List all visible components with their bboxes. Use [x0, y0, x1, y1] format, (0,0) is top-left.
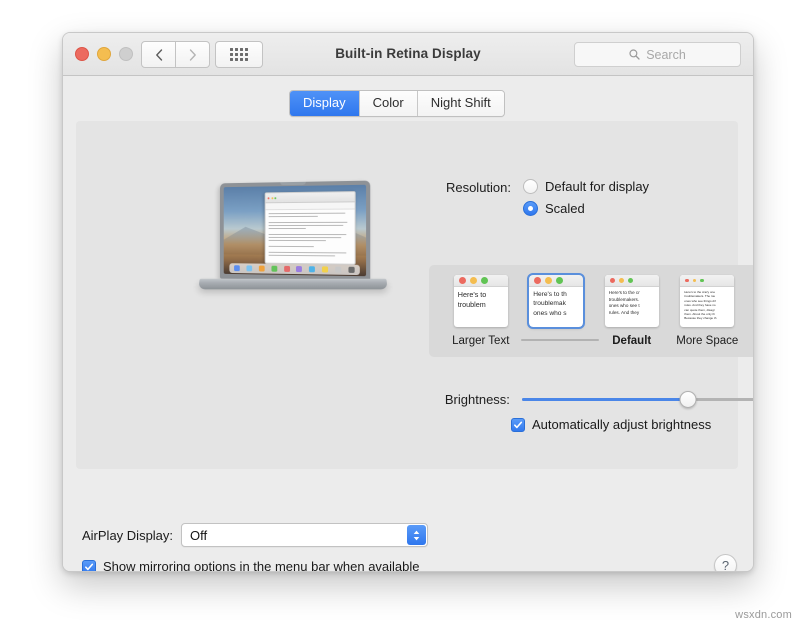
- airplay-select[interactable]: Off: [181, 523, 428, 547]
- radio-scaled[interactable]: Scaled: [523, 201, 649, 216]
- thumbnail-preview[interactable]: Here's to the crazy one troublemakers. T…: [680, 275, 734, 327]
- macbook-display: [220, 181, 370, 282]
- scaled-option-default[interactable]: Here's to the cr troublemakers. ones who…: [601, 275, 663, 347]
- auto-brightness-checkbox[interactable]: [511, 418, 525, 432]
- screenshot-root: Built-in Retina Display Search Display C…: [0, 0, 800, 628]
- resolution-label: Resolution:: [419, 179, 511, 195]
- thumbnail-titlebar: [529, 275, 583, 287]
- mirroring-row[interactable]: Show mirroring options in the menu bar w…: [82, 559, 420, 572]
- macbook-wallpaper: [224, 185, 366, 276]
- thumbnail-text: Here's to the cr troublemakers. ones who…: [609, 290, 656, 316]
- radio-scaled-control[interactable]: [523, 201, 538, 216]
- auto-brightness-label: Automatically adjust brightness: [532, 417, 711, 432]
- radio-default-for-display-control[interactable]: [523, 179, 538, 194]
- slider-knob[interactable]: [680, 391, 697, 408]
- scaled-option-larger-text[interactable]: Here's to troublem Larger Text: [450, 275, 512, 347]
- tab-display[interactable]: Display: [290, 91, 359, 116]
- mirroring-label: Show mirroring options in the menu bar w…: [103, 559, 420, 572]
- mini-text-lines: [266, 210, 355, 262]
- thumbnail-text: Here's to the crazy one troublemakers. T…: [684, 290, 731, 321]
- brightness-row: Brightness:: [419, 391, 754, 407]
- brightness-slider[interactable]: [522, 391, 754, 407]
- checkmark-icon: [513, 420, 523, 430]
- mirroring-checkbox[interactable]: [82, 560, 96, 573]
- tab-color[interactable]: Color: [359, 91, 417, 116]
- checkmark-icon: [84, 562, 94, 572]
- thumbnail-text: Here's to th troublemak ones who s: [533, 290, 580, 318]
- scaled-thumbnail-list: Here's to troublem Larger Text Here's to…: [429, 275, 754, 347]
- thumbnail-body: Here's to th troublemak ones who s: [529, 287, 583, 318]
- radio-default-for-display-label: Default for display: [545, 179, 649, 194]
- scaled-resolution-picker: Here's to troublem Larger Text Here's to…: [429, 265, 754, 357]
- thumbnail-preview-selected[interactable]: Here's to th troublemak ones who s: [529, 275, 583, 327]
- window-body: Display Color Night Shift: [63, 76, 753, 571]
- macbook-base: [198, 279, 387, 290]
- brightness-label: Brightness:: [419, 391, 510, 407]
- thumbnail-preview[interactable]: Here's to troublem: [454, 275, 508, 327]
- window-titlebar: Built-in Retina Display Search: [63, 33, 753, 76]
- scaled-option-label: More Space: [676, 335, 738, 347]
- thumbnail-body: Here's to the crazy one troublemakers. T…: [680, 287, 734, 321]
- system-preferences-window: Built-in Retina Display Search Display C…: [62, 32, 754, 572]
- thumbnail-preview[interactable]: Here's to the cr troublemakers. ones who…: [605, 275, 659, 327]
- slider-fill: [522, 398, 688, 401]
- search-icon: [629, 49, 640, 60]
- scaled-option-selected[interactable]: Here's to th troublemak ones who s: [525, 275, 587, 347]
- scaled-indicator-line: [521, 339, 599, 341]
- thumbnail-titlebar: [605, 275, 659, 287]
- macbook-notch: [280, 182, 306, 185]
- macbook-dock: [229, 263, 360, 275]
- resolution-options: Default for display Scaled: [523, 179, 649, 223]
- scaled-option-label: Default: [612, 335, 651, 347]
- scaled-option-label: Larger Text: [452, 335, 509, 347]
- search-input[interactable]: Search: [574, 42, 741, 67]
- chevron-up-down-icon[interactable]: [407, 525, 426, 545]
- airplay-label: AirPlay Display:: [82, 528, 173, 543]
- radio-default-for-display[interactable]: Default for display: [523, 179, 649, 194]
- watermark: wsxdn.com: [735, 609, 792, 621]
- thumbnail-body: Here's to the cr troublemakers. ones who…: [605, 287, 659, 316]
- macbook-textedit-window: [265, 191, 356, 264]
- search-placeholder: Search: [646, 48, 686, 62]
- display-settings-form: Resolution: Default for display Scaled: [419, 179, 754, 223]
- tab-night-shift[interactable]: Night Shift: [417, 91, 504, 116]
- thumbnail-titlebar: [680, 275, 734, 287]
- auto-brightness-row[interactable]: Automatically adjust brightness: [511, 417, 711, 432]
- airplay-row: AirPlay Display: Off: [82, 523, 428, 547]
- scaled-option-more-space[interactable]: Here's to the crazy one troublemakers. T…: [676, 275, 738, 347]
- airplay-value: Off: [182, 528, 207, 543]
- macbook-illustration: [183, 174, 401, 314]
- thumbnail-text: Here's to troublem: [458, 290, 505, 310]
- thumbnail-body: Here's to troublem: [454, 287, 508, 310]
- help-button[interactable]: ?: [714, 554, 737, 572]
- resolution-row: Resolution: Default for display Scaled: [419, 179, 754, 223]
- radio-scaled-label: Scaled: [545, 201, 585, 216]
- tab-bar: Display Color Night Shift: [289, 90, 505, 117]
- thumbnail-titlebar: [454, 275, 508, 287]
